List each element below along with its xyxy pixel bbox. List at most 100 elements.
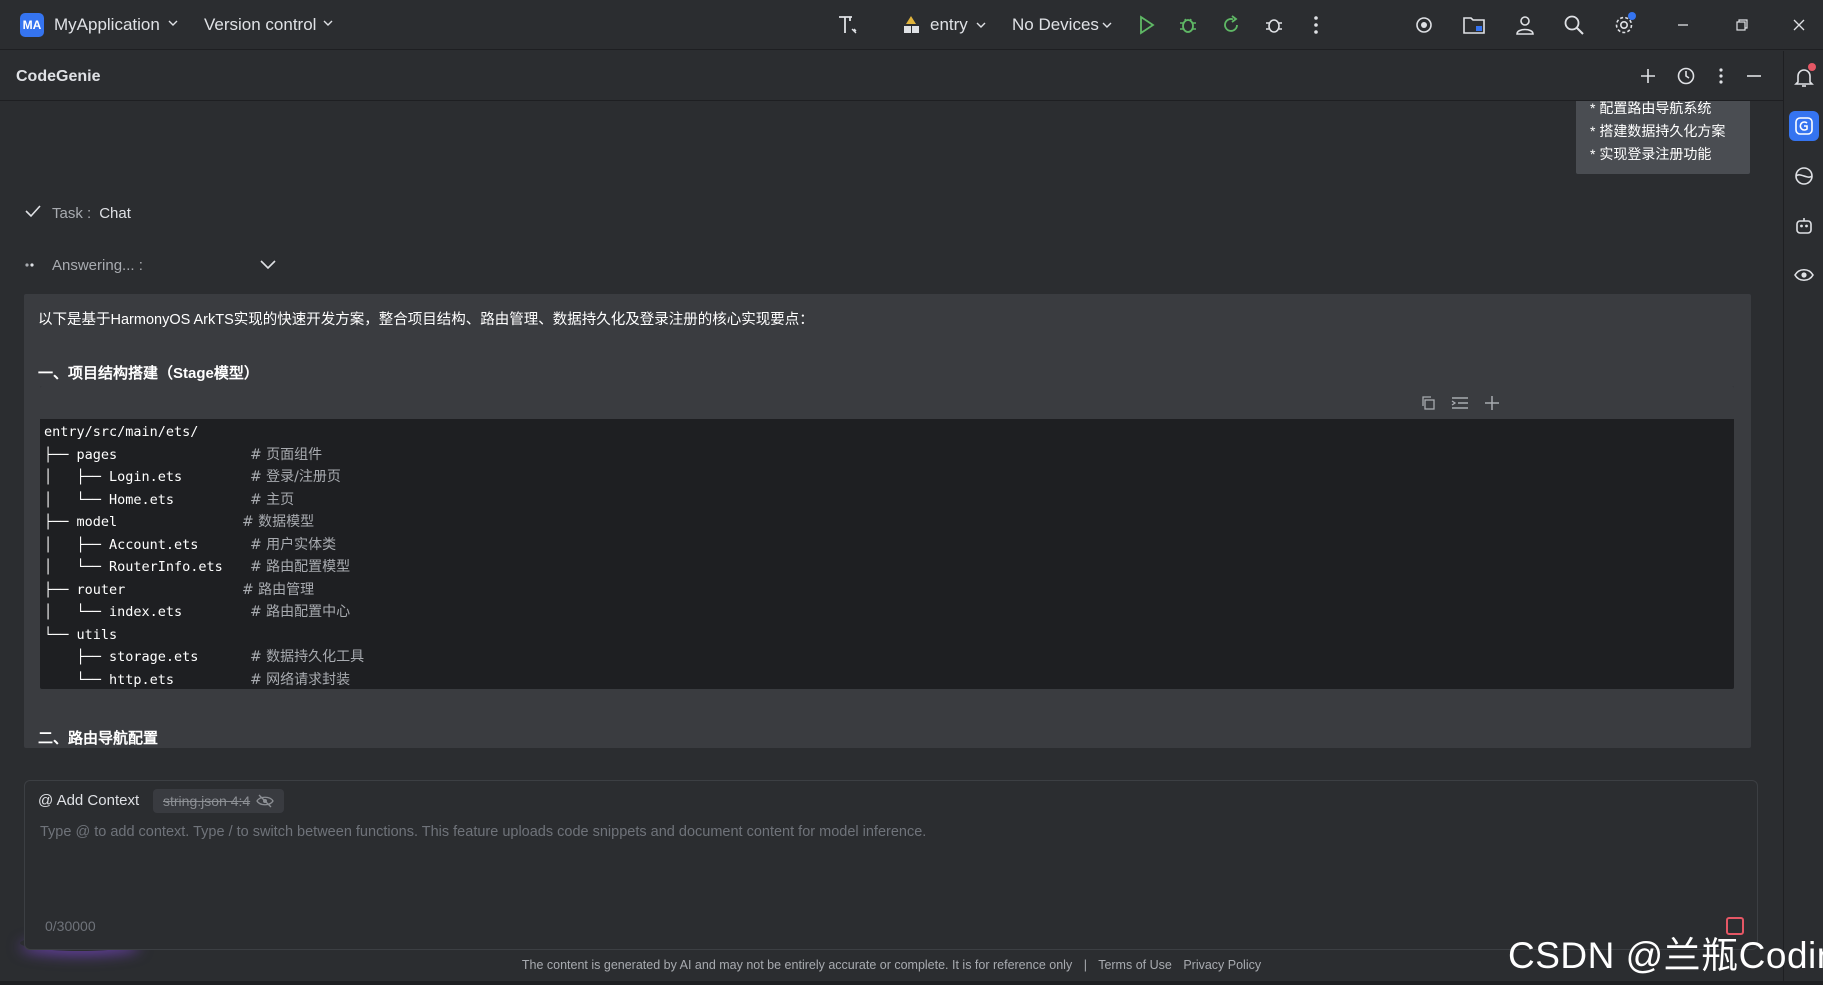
settings-notification-dot bbox=[1628, 12, 1636, 20]
code-line: │ ├── Login.ets # 登录/注册页 bbox=[44, 466, 341, 489]
apply-changes-icon[interactable] bbox=[1218, 12, 1244, 38]
insert-at-cursor-icon[interactable] bbox=[1448, 391, 1472, 415]
answering-status-row[interactable]: Answering... : bbox=[24, 255, 143, 275]
code-comment: # 网络请求封装 bbox=[250, 671, 351, 688]
code-line: └── utils bbox=[44, 624, 223, 647]
code-line: │ └── RouterInfo.ets # 路由配置模型 bbox=[44, 556, 350, 579]
notification-badge bbox=[1808, 63, 1816, 71]
code-line: │ ├── Account.ets # 用户实体类 bbox=[44, 534, 336, 557]
copy-icon[interactable] bbox=[1416, 391, 1440, 415]
task-status-row: Task : Chat bbox=[24, 203, 131, 223]
disclaimer-text: The content is generated by AI and may n… bbox=[521, 958, 1073, 972]
title-bar: MA MyApplication Version control entry N… bbox=[0, 0, 1823, 50]
code-comment: # 路由配置模型 bbox=[250, 559, 351, 575]
more-vertical-icon[interactable] bbox=[1303, 12, 1329, 38]
right-tool-window-strip bbox=[1783, 51, 1823, 985]
code-line: │ └── Home.ets # 主页 bbox=[44, 489, 294, 512]
hammer-build-icon[interactable] bbox=[834, 12, 860, 38]
answer-intro-text: 以下是基于HarmonyOS ArkTS实现的快速开发方案，整合项目结构、路由管… bbox=[38, 312, 814, 328]
code-line: │ └── index.ets # 路由配置中心 bbox=[44, 601, 350, 624]
code-line: └── http.ets # 网络请求封装 bbox=[44, 669, 351, 690]
code-comment: # 主页 bbox=[250, 491, 295, 508]
privacy-policy-link[interactable]: Privacy Policy bbox=[1183, 958, 1261, 972]
module-config-icon[interactable] bbox=[898, 12, 924, 38]
code-text: ├── router bbox=[44, 581, 126, 598]
code-comment: # 数据模型 bbox=[242, 514, 315, 530]
code-comment: # 页面组件 bbox=[250, 446, 323, 463]
code-text: │ └── Home.ets bbox=[44, 491, 175, 508]
code-text: └── http.ets bbox=[44, 671, 175, 688]
search-icon[interactable] bbox=[1561, 12, 1587, 38]
chevron-down-icon[interactable] bbox=[968, 12, 994, 38]
code-text: │ └── index.ets bbox=[44, 604, 183, 620]
context-chip-label: string.json 4:4 bbox=[163, 793, 251, 809]
window-bottom-edge bbox=[0, 981, 1823, 985]
codegenie-tool-icon[interactable] bbox=[1789, 111, 1819, 141]
code-text: ├── storage.ets bbox=[44, 649, 199, 665]
code-text: ├── pages bbox=[44, 446, 118, 463]
code-lines: entry/src/main/ets/ ├── pages # 页面组件 │ ├── … bbox=[44, 421, 365, 690]
orb-tool-icon[interactable] bbox=[1789, 161, 1819, 191]
robot-tool-icon[interactable] bbox=[1789, 211, 1819, 241]
input-placeholder[interactable]: Type @ to add context. Type / to switch … bbox=[40, 824, 926, 840]
code-line: ├── pages # 页面组件 bbox=[44, 444, 322, 467]
terms-of-use-link[interactable]: Terms of Use bbox=[1098, 958, 1172, 972]
minimize-icon[interactable] bbox=[1670, 12, 1696, 38]
hide-panel-minus-icon[interactable] bbox=[1742, 64, 1766, 88]
more-vertical-icon[interactable] bbox=[1709, 64, 1733, 88]
section-heading: 一、项目结构搭建（Stage模型） bbox=[38, 365, 259, 382]
chevron-down-icon[interactable] bbox=[258, 257, 278, 275]
context-chip[interactable]: string.json 4:4 bbox=[153, 789, 285, 813]
code-comment: # 用户实体类 bbox=[250, 536, 337, 553]
panel-title: CodeGenie bbox=[16, 68, 101, 85]
close-window-icon[interactable] bbox=[1786, 12, 1812, 38]
message-line: * 搭建数据持久化方案 bbox=[1590, 123, 1726, 139]
restore-window-icon[interactable] bbox=[1729, 12, 1755, 38]
code-text: │ ├── Account.ets bbox=[44, 536, 199, 553]
message-line: * 配置路由导航系统 bbox=[1590, 101, 1712, 116]
code-text: │ ├── Login.ets bbox=[44, 469, 183, 485]
section-heading: 二、路由导航配置 bbox=[38, 730, 159, 747]
code-text: entry/src/main/ets/ bbox=[44, 424, 199, 440]
code-line: ├── model # 数据模型 bbox=[44, 511, 314, 534]
attach-debugger-icon[interactable] bbox=[1261, 12, 1287, 38]
codegenie-panel-header: CodeGenie bbox=[0, 51, 1783, 101]
code-line: entry/src/main/ets/ bbox=[44, 421, 223, 444]
code-block-toolbar bbox=[40, 386, 1734, 419]
device-selector[interactable]: No Devices bbox=[1012, 15, 1099, 35]
eye-off-icon[interactable] bbox=[256, 794, 274, 808]
code-comment: # 登录/注册页 bbox=[250, 469, 341, 485]
add-context-button[interactable]: @ Add Context bbox=[38, 792, 139, 809]
run-config-selector[interactable]: entry bbox=[930, 15, 968, 35]
device-manager-icon[interactable] bbox=[1411, 12, 1437, 38]
chat-conversation: * 配置路由导航系统 * 搭建数据持久化方案 * 实现登录注册功能 Task :… bbox=[0, 101, 1783, 753]
new-chat-plus-icon[interactable] bbox=[1636, 64, 1660, 88]
code-block: entry/src/main/ets/ ├── pages # 页面组件 │ ├── … bbox=[40, 386, 1734, 689]
chevron-down-icon[interactable] bbox=[167, 16, 179, 33]
assistant-answer-card: 以下是基于HarmonyOS ArkTS实现的快速开发方案，整合项目结构、路由管… bbox=[24, 294, 1751, 748]
watermark: CSDN @兰瓶Coding bbox=[1508, 935, 1823, 976]
project-name[interactable]: MyApplication bbox=[54, 15, 160, 35]
add-plus-icon[interactable] bbox=[1480, 391, 1504, 415]
loading-dots-icon bbox=[24, 257, 42, 274]
chevron-down-icon[interactable] bbox=[322, 16, 334, 33]
folder-icon[interactable] bbox=[1461, 12, 1487, 38]
code-text: │ └── RouterInfo.ets bbox=[44, 559, 223, 575]
answering-label: Answering... : bbox=[52, 256, 143, 274]
message-line: * 实现登录注册功能 bbox=[1590, 146, 1712, 162]
preview-eye-icon[interactable] bbox=[1789, 260, 1819, 290]
project-badge[interactable]: MA bbox=[20, 13, 44, 37]
chevron-down-icon[interactable] bbox=[1094, 12, 1120, 38]
chat-input-box[interactable]: @ Add Context string.json 4:4 Type @ to … bbox=[24, 780, 1758, 950]
history-clock-icon[interactable] bbox=[1674, 64, 1698, 88]
run-icon[interactable] bbox=[1133, 12, 1159, 38]
code-comment: # 路由配置中心 bbox=[250, 604, 351, 620]
version-control-menu[interactable]: Version control bbox=[204, 15, 316, 35]
checkmark-icon bbox=[24, 202, 42, 224]
task-value: Chat bbox=[99, 204, 131, 222]
debug-icon[interactable] bbox=[1175, 12, 1201, 38]
footer-separator: | bbox=[1083, 958, 1087, 972]
account-icon[interactable] bbox=[1512, 12, 1538, 38]
task-label: Task : bbox=[52, 204, 92, 222]
code-line: ├── storage.ets # 数据持久化工具 bbox=[44, 646, 365, 669]
